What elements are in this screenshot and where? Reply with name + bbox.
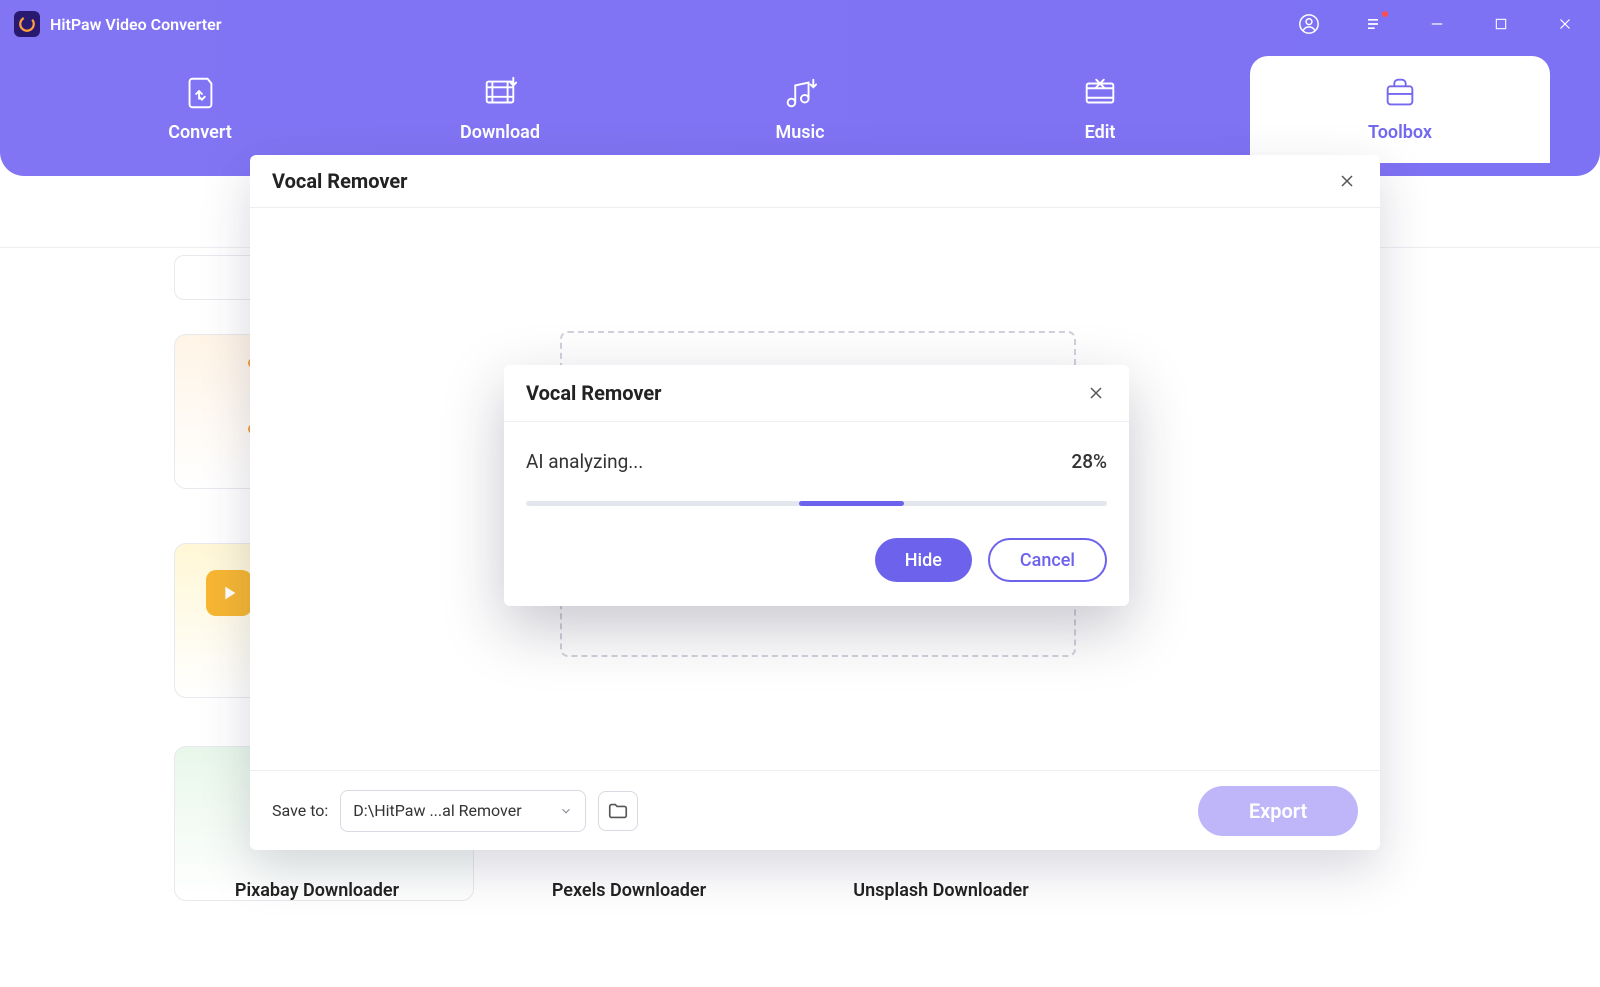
dialog-footer: Hide Cancel bbox=[504, 532, 1129, 606]
progress-track bbox=[526, 501, 1107, 506]
percent-text: 28% bbox=[1071, 450, 1107, 473]
panel-header: Vocal Remover bbox=[250, 155, 1380, 208]
open-folder-button[interactable] bbox=[598, 791, 638, 831]
maximize-icon[interactable] bbox=[1490, 13, 1512, 35]
progress-line: AI analyzing... 28% bbox=[526, 450, 1107, 473]
tab-label: Toolbox bbox=[1368, 122, 1432, 143]
menu-icon[interactable] bbox=[1362, 13, 1384, 35]
panel-footer: Save to: D:\HitPaw ...al Remover Export bbox=[250, 770, 1380, 850]
tool-label: Pexels Downloader bbox=[486, 868, 772, 912]
save-to-label: Save to: bbox=[272, 801, 328, 820]
tool-labels-row: Pixabay Downloader Pexels Downloader Uns… bbox=[0, 868, 1600, 912]
window-controls bbox=[1298, 13, 1586, 35]
minimize-icon[interactable] bbox=[1426, 13, 1448, 35]
panel-close-icon[interactable] bbox=[1336, 170, 1358, 192]
tab-label: Download bbox=[460, 122, 540, 143]
tool-label: Unsplash Downloader bbox=[798, 868, 1084, 912]
dialog-body: AI analyzing... 28% bbox=[504, 422, 1129, 532]
cancel-button[interactable]: Cancel bbox=[988, 538, 1107, 582]
dialog-title: Vocal Remover bbox=[526, 381, 662, 405]
export-button[interactable]: Export bbox=[1198, 786, 1358, 836]
progress-dialog: Vocal Remover AI analyzing... 28% Hide C… bbox=[504, 365, 1129, 606]
dialog-header: Vocal Remover bbox=[504, 365, 1129, 422]
window-close-icon[interactable] bbox=[1554, 13, 1576, 35]
play-icon bbox=[206, 570, 252, 616]
chevron-down-icon bbox=[559, 804, 573, 818]
dialog-close-icon[interactable] bbox=[1085, 382, 1107, 404]
tab-music[interactable]: Music bbox=[650, 56, 950, 163]
notification-dot bbox=[1382, 11, 1388, 17]
tab-label: Edit bbox=[1085, 122, 1116, 143]
main-tabs: Convert Download Music Edit Toolbox bbox=[0, 48, 1600, 163]
status-text: AI analyzing... bbox=[526, 450, 643, 473]
titlebar: HitPaw Video Converter bbox=[0, 0, 1600, 48]
save-path-select[interactable]: D:\HitPaw ...al Remover bbox=[340, 790, 586, 832]
save-path-text: D:\HitPaw ...al Remover bbox=[353, 801, 521, 820]
tab-label: Convert bbox=[168, 122, 232, 143]
app-logo bbox=[14, 11, 40, 37]
account-icon[interactable] bbox=[1298, 13, 1320, 35]
tab-toolbox[interactable]: Toolbox bbox=[1250, 56, 1550, 163]
app-title: HitPaw Video Converter bbox=[50, 15, 221, 34]
tab-download[interactable]: Download bbox=[350, 56, 650, 163]
tool-label: Pixabay Downloader bbox=[174, 868, 460, 912]
tab-edit[interactable]: Edit bbox=[950, 56, 1250, 163]
panel-title: Vocal Remover bbox=[272, 169, 408, 193]
tab-convert[interactable]: Convert bbox=[50, 56, 350, 163]
progress-indicator bbox=[799, 501, 904, 506]
tab-label: Music bbox=[775, 122, 824, 143]
header-banner: HitPaw Video Converter Convert bbox=[0, 0, 1600, 176]
hide-button[interactable]: Hide bbox=[875, 538, 972, 582]
